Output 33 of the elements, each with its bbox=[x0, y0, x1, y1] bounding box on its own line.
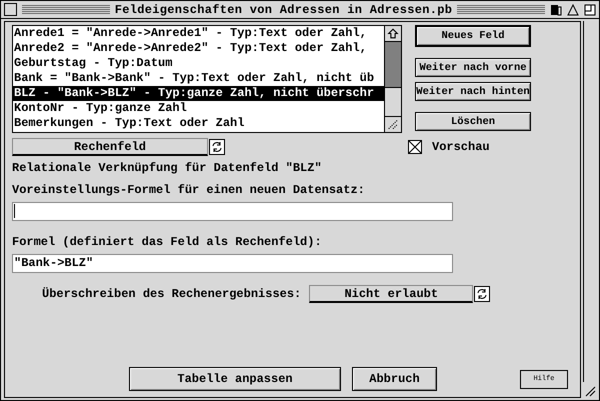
relation-text: Relationale Verknüpfung für Datenfeld "BLZ" bbox=[12, 161, 323, 175]
checkbox[interactable] bbox=[408, 140, 422, 154]
list-item[interactable]: Anrede1 = "Anrede->Anrede1" - Typ:Text oder Zahl, bbox=[13, 26, 384, 41]
overwrite-dropdown[interactable]: Nicht erlaubt bbox=[309, 285, 474, 303]
list-item[interactable]: KontoNr - Typ:ganze Zahl bbox=[13, 101, 384, 116]
triangle-icon[interactable] bbox=[567, 4, 579, 16]
dialog-button[interactable]: Tabelle anpassen bbox=[129, 367, 341, 391]
resize-icon[interactable] bbox=[583, 384, 597, 398]
formula-field[interactable]: "Bank->BLZ" bbox=[12, 254, 453, 273]
resize-icon[interactable] bbox=[385, 116, 401, 132]
close-box[interactable] bbox=[4, 3, 17, 16]
field-type-dropdown[interactable]: Rechenfeld bbox=[12, 138, 208, 156]
cycle-icon[interactable] bbox=[474, 286, 490, 302]
list-item[interactable]: Bemerkungen - Typ:Text oder Zahl bbox=[13, 116, 384, 131]
action-button[interactable]: Neues Feld bbox=[415, 25, 531, 47]
list-item[interactable]: Anrede2 = "Anrede->Anrede2" - Typ:Text oder Zahl, bbox=[13, 41, 384, 56]
iconify-icon[interactable] bbox=[550, 4, 562, 16]
default-formula-label: Voreinstellungs-Formel für einen neuen Datensatz: bbox=[12, 183, 366, 197]
preview-label[interactable]: Vorschau bbox=[432, 140, 490, 154]
fullsize-icon[interactable] bbox=[584, 4, 596, 16]
default-formula-field[interactable] bbox=[12, 202, 453, 221]
action-button[interactable]: Weiter nach vorne bbox=[415, 58, 531, 77]
cycle-icon[interactable] bbox=[209, 139, 225, 155]
list-item[interactable]: Geburtstag - Typ:Datum bbox=[13, 56, 384, 71]
scrollbar[interactable] bbox=[384, 26, 401, 132]
window-title: Feldeigenschaften von Adressen in Adressen.pb bbox=[114, 2, 452, 16]
overwrite-label: Überschreiben des Rechenergebnisses: bbox=[42, 287, 302, 301]
dialog-button[interactable]: Abbruch bbox=[352, 367, 437, 391]
list-item[interactable]: BLZ - "Bank->BLZ" - Typ:ganze Zahl, nicht überschr bbox=[13, 86, 384, 101]
action-button[interactable]: Weiter nach hinten bbox=[415, 82, 531, 101]
list-item[interactable]: Bank = "Bank->Bank" - Typ:Text oder Zahl, nicht üb bbox=[13, 71, 384, 86]
formula-label: Formel (definiert das Feld als Rechenfeld): bbox=[12, 235, 323, 249]
action-button[interactable]: Löschen bbox=[415, 112, 531, 131]
